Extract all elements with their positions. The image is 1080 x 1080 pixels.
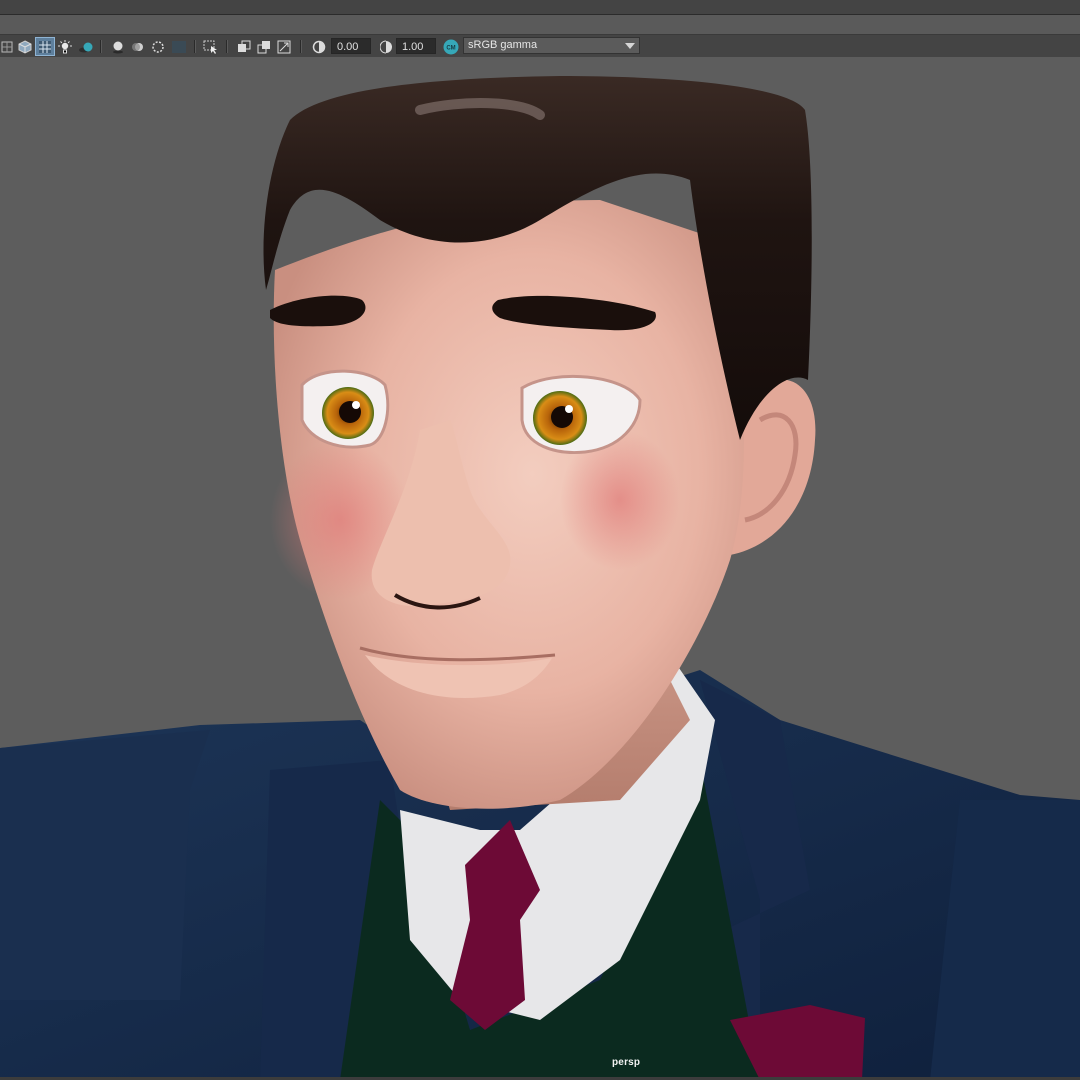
wireframe-icon[interactable] bbox=[0, 38, 14, 55]
motion-blur-icon[interactable] bbox=[130, 38, 146, 55]
gamma-icon[interactable] bbox=[378, 38, 394, 55]
perspective-viewport[interactable] bbox=[0, 57, 1080, 1078]
color-management-toggle[interactable]: CM bbox=[441, 38, 461, 55]
anti-aliasing-icon[interactable] bbox=[150, 38, 166, 55]
wireframe-on-shaded-icon[interactable] bbox=[35, 37, 55, 56]
ambient-occlusion-icon[interactable] bbox=[110, 38, 126, 55]
gamma-field[interactable]: 1.00 bbox=[396, 38, 436, 54]
smooth-shade-icon[interactable] bbox=[16, 38, 34, 55]
isolate-select-icon[interactable] bbox=[202, 38, 220, 55]
xray-components-icon[interactable] bbox=[276, 38, 292, 55]
depth-of-field-icon[interactable] bbox=[170, 38, 188, 55]
xray-icon[interactable] bbox=[236, 38, 252, 55]
chevron-down-icon bbox=[625, 43, 635, 49]
panel-header-strip bbox=[0, 15, 1080, 34]
top-menu-strip bbox=[0, 0, 1080, 15]
maya-window: 0.00 1.00 CM sRGB gamma persp bbox=[0, 0, 1080, 1080]
suit-sleeve bbox=[0, 730, 210, 1000]
toolbar-separator bbox=[226, 40, 228, 53]
exposure-field[interactable]: 0.00 bbox=[331, 38, 371, 54]
toolbar-separator bbox=[100, 40, 102, 53]
exposure-icon[interactable] bbox=[310, 38, 328, 55]
color-management-badge: CM bbox=[446, 45, 455, 51]
toolbar-separator bbox=[194, 40, 196, 53]
lights-icon[interactable] bbox=[57, 38, 73, 55]
camera-name-label: persp bbox=[612, 1057, 641, 1068]
toolbar-separator bbox=[300, 40, 302, 53]
xray-joints-icon[interactable] bbox=[256, 38, 272, 55]
shadows-icon[interactable] bbox=[77, 38, 95, 55]
left-eye bbox=[300, 369, 390, 449]
color-space-dropdown[interactable]: sRGB gamma bbox=[463, 37, 640, 54]
character-render bbox=[0, 76, 1080, 1078]
color-space-value: sRGB gamma bbox=[468, 39, 538, 51]
